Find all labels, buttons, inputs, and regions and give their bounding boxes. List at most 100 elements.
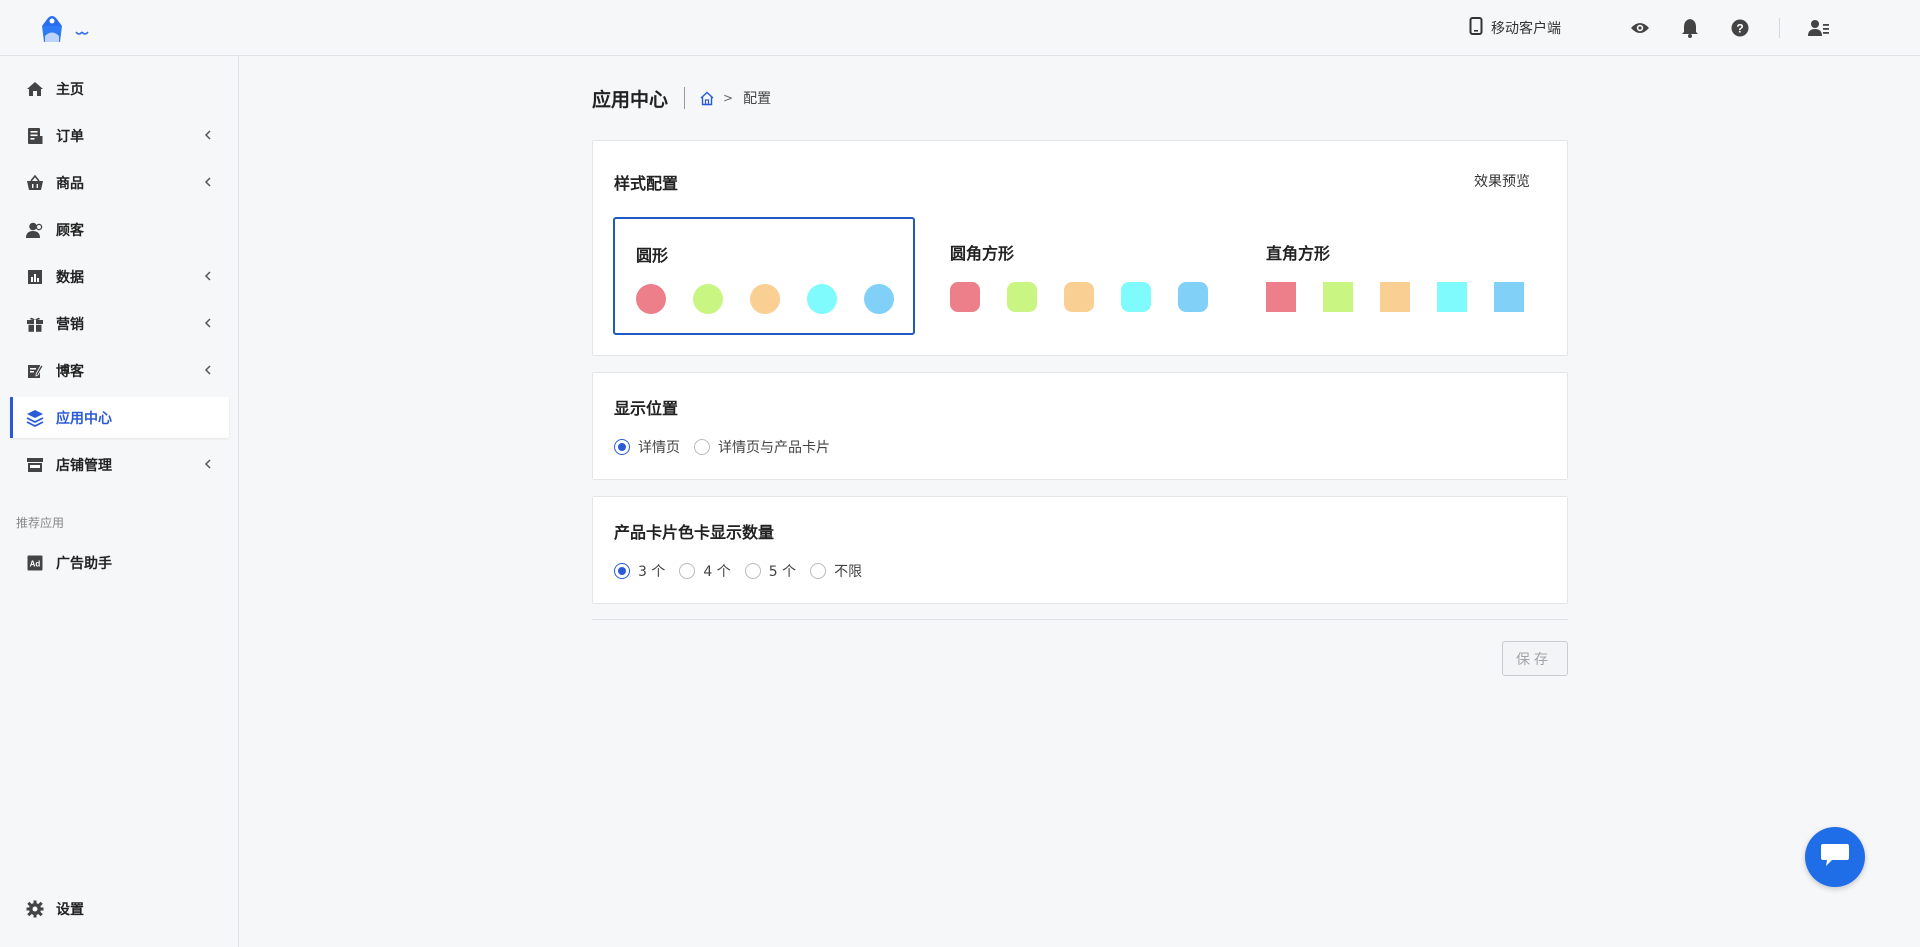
color-swatch <box>1064 282 1094 312</box>
display-position-title: 显示位置 <box>614 399 679 418</box>
radio-dot <box>694 439 710 455</box>
breadcrumb-current: 配置 <box>743 91 772 107</box>
sidebar-item-app-center[interactable]: 应用中心 <box>10 397 229 438</box>
gear-icon <box>26 900 44 918</box>
radio-label: 详情页与产品卡片 <box>718 440 830 456</box>
display-position-radio-group: 详情页 详情页与产品卡片 <box>614 437 844 457</box>
mobile-client-link[interactable]: 移动客户端 <box>1469 17 1561 39</box>
sidebar-item-label: 店铺管理 <box>56 457 112 474</box>
style-option-label: 圆形 <box>636 246 669 265</box>
mobile-client-label: 移动客户端 <box>1491 21 1561 37</box>
style-option-label: 直角方形 <box>1266 244 1331 263</box>
top-divider <box>1779 18 1780 38</box>
sidebar-item-customers[interactable]: 顾客 <box>10 209 229 250</box>
radio-label: 4 个 <box>703 564 731 580</box>
radio-label: 3 个 <box>638 564 666 580</box>
sidebar: 主页 订单 商品 顾客 数据 营销 博客 应用中心 店铺管理 推荐应用 Ad 广… <box>0 56 239 947</box>
style-option-rounded[interactable]: 圆角方形 <box>929 217 1231 335</box>
color-swatch <box>1121 282 1151 312</box>
radio-label: 5 个 <box>768 564 797 580</box>
swatch-row <box>636 284 921 314</box>
eye-icon[interactable] <box>1629 17 1651 39</box>
header-separator <box>684 87 686 109</box>
radio-dot <box>614 563 630 579</box>
radio-count-5[interactable]: 5 个 <box>744 561 797 581</box>
radio-label: 详情页 <box>638 440 680 456</box>
ad-icon: Ad <box>26 554 44 572</box>
user-menu-icon[interactable] <box>1808 17 1830 39</box>
chevron-left-icon <box>203 364 213 376</box>
color-swatch <box>750 284 780 314</box>
store-icon <box>26 456 44 474</box>
section-label-recommended: 推荐应用 <box>16 516 65 530</box>
sidebar-item-ad-assistant[interactable]: Ad 广告助手 <box>10 542 229 583</box>
preview-link[interactable]: 效果预览 <box>1474 171 1530 191</box>
chevron-left-icon <box>203 458 213 470</box>
breadcrumb-home-icon[interactable] <box>699 90 715 106</box>
sidebar-item-home[interactable]: 主页 <box>10 68 229 109</box>
swatch-row <box>950 282 1235 312</box>
style-option-label: 圆角方形 <box>950 244 1015 263</box>
sidebar-item-data[interactable]: 数据 <box>10 256 229 297</box>
radio-detail-and-card[interactable]: 详情页与产品卡片 <box>694 437 830 457</box>
sidebar-item-products[interactable]: 商品 <box>10 162 229 203</box>
sidebar-item-marketing[interactable]: 营销 <box>10 303 229 344</box>
sidebar-item-label: 博客 <box>56 363 84 380</box>
color-swatch <box>1494 282 1524 312</box>
page-title: 应用中心 <box>592 88 669 111</box>
svg-text:Ad: Ad <box>30 559 41 568</box>
logo[interactable] <box>38 12 94 44</box>
color-swatch <box>1380 282 1410 312</box>
radio-count-4[interactable]: 4 个 <box>679 561 731 581</box>
color-swatch <box>1007 282 1037 312</box>
radio-dot <box>744 563 761 579</box>
sidebar-item-settings[interactable]: 设置 <box>10 888 229 929</box>
sidebar-item-label: 数据 <box>56 269 84 286</box>
chat-button[interactable] <box>1805 827 1865 887</box>
swatch-row <box>1266 282 1551 312</box>
radio-count-unlimited[interactable]: 不限 <box>810 561 862 581</box>
color-swatch <box>864 284 894 314</box>
home-icon <box>26 80 44 98</box>
sidebar-item-label: 设置 <box>56 901 84 918</box>
sidebar-item-label: 广告助手 <box>56 555 112 572</box>
save-button[interactable]: 保存 <box>1502 641 1568 676</box>
radio-dot <box>614 439 630 455</box>
sidebar-item-store-management[interactable]: 店铺管理 <box>10 444 229 485</box>
sidebar-item-label: 应用中心 <box>56 410 112 427</box>
chart-icon <box>26 268 44 286</box>
top-bar: 移动客户端 ? <box>0 0 1920 56</box>
style-option-circle[interactable]: 圆形 <box>613 217 915 335</box>
sidebar-item-orders[interactable]: 订单 <box>10 115 229 156</box>
style-config-title: 样式配置 <box>614 174 679 193</box>
color-swatch <box>636 284 666 314</box>
sidebar-item-label: 订单 <box>56 128 84 145</box>
color-swatch <box>1178 282 1208 312</box>
footer-divider <box>592 619 1568 620</box>
svg-text:?: ? <box>1736 22 1743 36</box>
chevron-left-icon <box>203 176 213 188</box>
card-count-card: 产品卡片色卡显示数量 3 个 4 个 5 个 不限 <box>592 496 1568 604</box>
card-count-title: 产品卡片色卡显示数量 <box>614 523 775 542</box>
color-swatch <box>807 284 837 314</box>
radio-dot <box>679 563 696 579</box>
radio-count-3[interactable]: 3 个 <box>614 561 665 581</box>
radio-detail-page[interactable]: 详情页 <box>614 437 680 457</box>
style-option-square[interactable]: 直角方形 <box>1245 217 1547 335</box>
sidebar-item-label: 主页 <box>56 81 84 98</box>
bell-icon[interactable] <box>1679 17 1701 39</box>
help-icon[interactable]: ? <box>1729 17 1751 39</box>
gift-icon <box>26 315 44 333</box>
page-header: 应用中心 > 配置 <box>592 84 771 112</box>
chat-bubble-icon <box>1820 842 1850 872</box>
color-swatch <box>1323 282 1353 312</box>
sidebar-item-blog[interactable]: 博客 <box>10 350 229 391</box>
color-swatch <box>693 284 723 314</box>
color-swatch <box>950 282 980 312</box>
style-config-card: 样式配置 效果预览 圆形 圆角方形 直角方形 <box>592 140 1568 356</box>
display-position-card: 显示位置 详情页 详情页与产品卡片 <box>592 372 1568 480</box>
sidebar-item-label: 营销 <box>56 316 84 333</box>
sidebar-item-label: 商品 <box>56 175 84 192</box>
radio-label: 不限 <box>834 564 863 580</box>
chevron-left-icon <box>203 270 213 282</box>
